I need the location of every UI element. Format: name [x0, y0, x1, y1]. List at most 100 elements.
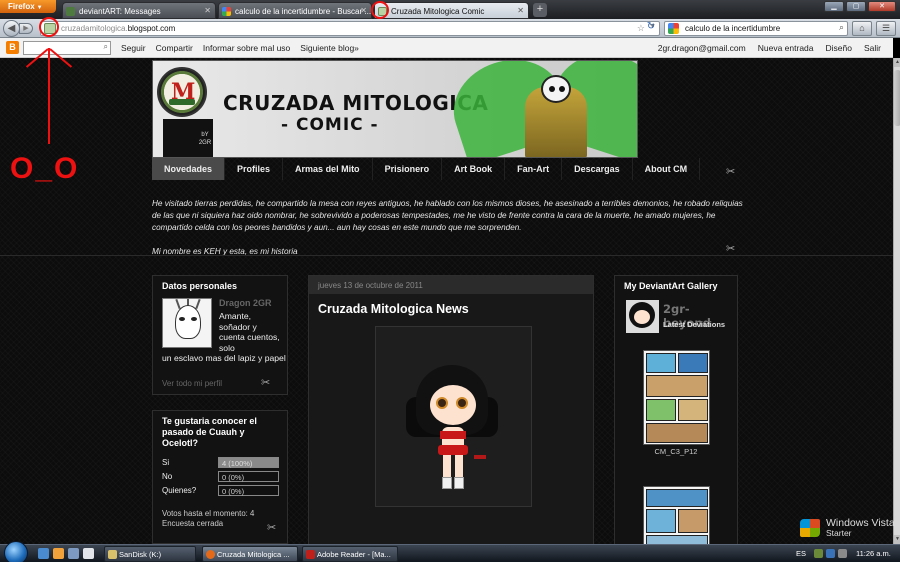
search-box[interactable]: calculo de la incertidumbre ⌕ — [664, 21, 848, 36]
home-button[interactable]: ⌂ — [852, 21, 872, 36]
taskbar-item-label: Adobe Reader - [Ma... — [317, 550, 391, 559]
scroll-thumb[interactable] — [894, 70, 900, 126]
taskbar-item-adobe[interactable]: Adobe Reader - [Ma... — [302, 546, 398, 562]
close-tab-icon[interactable]: ✕ — [204, 6, 211, 15]
switch-windows-icon[interactable] — [68, 548, 79, 559]
gallery-thumbnail[interactable] — [643, 486, 710, 544]
tray-volume-icon[interactable] — [826, 549, 835, 558]
blog-header-banner[interactable]: M bY 2GR CRUZADA MITOLOGICA - COMIC - — [152, 60, 638, 158]
banner-subtitle: - COMIC - — [281, 115, 379, 135]
edit-wrench-icon[interactable]: ✂ — [726, 165, 735, 178]
back-button[interactable]: ◀ — [3, 20, 20, 37]
firefox-menu-button[interactable]: Firefox ▼ — [0, 0, 56, 13]
latest-deviations-label: Latest Deviations — [663, 320, 726, 329]
share-link[interactable]: Compartir — [156, 43, 193, 53]
new-post-link[interactable]: Nueva entrada — [758, 43, 814, 53]
page-scrollbar[interactable]: ▲ ▼ — [893, 58, 900, 544]
logout-link[interactable]: Salir — [864, 43, 881, 53]
taskbar-item-firefox[interactable]: Cruzada Mitologica ... — [202, 546, 298, 562]
post-image[interactable] — [375, 326, 532, 507]
gallery-thumbnail[interactable] — [643, 350, 710, 445]
address-bar[interactable]: cruzadamitologica.blogspot.com ☆ ▼ — [40, 21, 660, 36]
url-prefix: cruzadamitologica. — [61, 24, 128, 33]
poll-question: Te gustaria conocer el pasado de Cuauh y… — [162, 416, 257, 448]
poll-option-result: 0 (0%) — [218, 471, 279, 482]
maximize-button[interactable]: ▢ — [846, 1, 866, 12]
taskbar-item-label: Cruzada Mitologica ... — [217, 550, 290, 559]
intro-paragraph: He visitado tierras perdidas, he compart… — [152, 199, 743, 232]
adobe-reader-icon — [306, 550, 315, 559]
profile-name[interactable]: Dragon 2GR — [219, 298, 272, 308]
forward-button[interactable]: ▶ — [19, 23, 33, 34]
next-blog-link[interactable]: Siguiente blog» — [300, 43, 359, 53]
banner-title: CRUZADA MITOLOGICA — [223, 91, 489, 115]
edit-wrench-icon[interactable]: ✂ — [261, 376, 270, 389]
window-controls: ▁ ▢ ✕ — [824, 1, 896, 12]
chevron-down-icon: ▼ — [36, 5, 43, 11]
menu-art-book[interactable]: Art Book — [442, 158, 506, 180]
search-icon[interactable]: ⌕ — [104, 42, 108, 52]
minimize-button[interactable]: ▁ — [824, 1, 844, 12]
avatar[interactable] — [162, 298, 212, 348]
view-profile-link[interactable]: Ver todo mi perfil — [162, 379, 222, 388]
menu-about-cm[interactable]: About CM — [633, 158, 701, 180]
menu-descargas[interactable]: Descargas — [562, 158, 633, 180]
poll-footer: Votos hasta el momento: 4 Encuesta cerra… — [162, 509, 254, 529]
deviantart-favicon-icon — [66, 7, 75, 16]
post-title[interactable]: Cruzada Mitologica News — [318, 302, 469, 316]
profile-widget: Datos personales Dragon 2GR Amante, soña… — [152, 275, 288, 395]
tray-power-icon[interactable] — [838, 549, 847, 558]
thumbnail-caption[interactable]: CM_C3_P12 — [614, 447, 738, 456]
profile-description-cont: un esclavo mas del lapiz y papel — [162, 353, 286, 363]
blog-post: jueves 13 de octubre de 2011 Cruzada Mit… — [308, 275, 594, 544]
main-menu: Novedades Profiles Armas del Mito Prisio… — [152, 158, 738, 180]
search-icon[interactable]: ⌕ — [839, 22, 844, 33]
menu-prisionero[interactable]: Prisionero — [373, 158, 443, 180]
ie-quicklaunch-icon[interactable] — [53, 548, 64, 559]
close-tab-icon[interactable]: ✕ — [517, 6, 524, 15]
start-button[interactable] — [4, 541, 28, 562]
show-desktop-icon[interactable] — [38, 548, 49, 559]
language-indicator[interactable]: ES — [796, 549, 806, 558]
browser-titlebar: Firefox ▼ deviantART: Messages ✕ calculo … — [0, 0, 900, 19]
menu-novedades[interactable]: Novedades — [152, 158, 226, 180]
close-tab-icon[interactable]: ✕ — [360, 6, 367, 15]
menu-armas-del-mito[interactable]: Armas del Mito — [283, 158, 373, 180]
scroll-down-icon[interactable]: ▼ — [894, 535, 900, 544]
edit-wrench-icon[interactable]: ✂ — [267, 521, 276, 534]
annotation-circle — [371, 1, 389, 19]
tab-google-search[interactable]: calculo de la incertidumbre - Buscar ...… — [218, 2, 372, 19]
google-engine-icon[interactable] — [668, 23, 679, 34]
poll-option-label: Quienes? — [162, 486, 197, 495]
follow-link[interactable]: Seguir — [121, 43, 146, 53]
taskbar-item-sandisk[interactable]: SanDisk (K:) — [104, 546, 196, 562]
scroll-up-icon[interactable]: ▲ — [894, 58, 900, 67]
tray-network-icon[interactable] — [814, 549, 823, 558]
report-abuse-link[interactable]: Informar sobre mal uso — [203, 43, 290, 53]
blog-page: M bY 2GR CRUZADA MITOLOGICA - COMIC - No… — [0, 58, 893, 544]
folder-icon — [108, 550, 117, 559]
menu-fan-art[interactable]: Fan-Art — [505, 158, 563, 180]
tab-label: deviantART: Messages — [79, 7, 161, 16]
reload-button[interactable]: ↻ — [643, 21, 659, 36]
poll-widget: Te gustaria conocer el pasado de Cuauh y… — [152, 410, 288, 544]
tab-deviantart[interactable]: deviantART: Messages ✕ — [62, 2, 216, 19]
banner-author: bY 2GR — [197, 119, 213, 157]
explorer-quicklaunch-icon[interactable] — [83, 548, 94, 559]
blog-search-input[interactable]: ⌕ — [23, 41, 111, 55]
firefox-icon — [206, 550, 215, 559]
clock[interactable]: 11:26 a.m. — [856, 549, 891, 558]
poll-option-result: 4 (100%) — [218, 457, 279, 468]
new-tab-button[interactable]: + — [533, 3, 547, 17]
gallery-avatar[interactable] — [626, 300, 659, 333]
bookmarks-button[interactable]: ☰ — [876, 21, 896, 36]
edit-wrench-icon[interactable]: ✂ — [726, 242, 735, 255]
design-link[interactable]: Diseño — [826, 43, 852, 53]
tab-cruzada-mitologica[interactable]: Cruzada Mitologica Comic ✕ — [374, 2, 529, 19]
poll-votes: Votos hasta el momento: 4 — [162, 509, 255, 518]
blogger-logo-icon[interactable]: B — [6, 41, 19, 54]
widget-title: My DeviantArt Gallery — [624, 281, 718, 291]
menu-profiles[interactable]: Profiles — [225, 158, 284, 180]
close-window-button[interactable]: ✕ — [868, 1, 896, 12]
account-email[interactable]: 2gr.dragon@gmail.com — [658, 43, 746, 53]
